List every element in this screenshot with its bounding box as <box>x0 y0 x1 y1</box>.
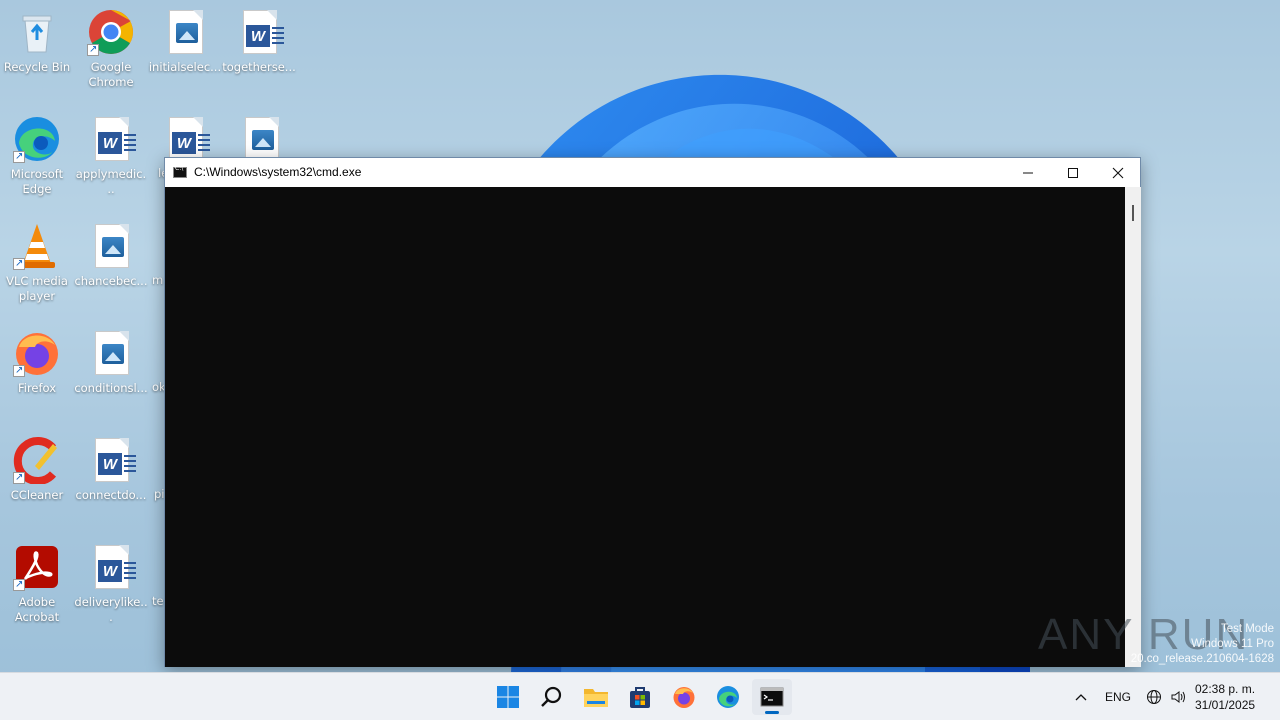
image-file-icon <box>237 115 285 163</box>
shortcut-arrow-icon <box>13 577 25 592</box>
firefox-taskbar-button[interactable] <box>664 679 704 715</box>
file-explorer-icon <box>584 689 608 707</box>
system-clock[interactable]: 02:38 p. m. 31/01/2025 <box>1195 681 1255 713</box>
recycle-bin-icon <box>13 8 61 56</box>
chrome-icon <box>87 8 135 57</box>
microsoft-store-button[interactable] <box>620 679 660 715</box>
firefox-icon <box>13 329 61 378</box>
word-document-icon: W <box>161 115 210 163</box>
close-icon <box>1112 167 1124 178</box>
shortcut-arrow-icon <box>13 149 25 164</box>
vlc-cone-icon <box>13 222 61 271</box>
word-document-icon: W <box>87 115 136 163</box>
clock-date: 31/01/2025 <box>1195 698 1256 712</box>
image-file-icon <box>87 329 135 377</box>
shortcut-arrow-icon <box>87 42 99 57</box>
window-titlebar[interactable]: C:\Windows\system32\cmd.exe <box>165 158 1140 187</box>
cmd-window[interactable]: C:\Windows\system32\cmd.exe <box>164 157 1141 667</box>
start-button[interactable] <box>488 679 528 715</box>
shortcut-arrow-icon <box>13 470 25 485</box>
language-indicator[interactable]: ENG <box>1105 673 1131 720</box>
desktop-icon-google-chrome[interactable]: Google Chrome <box>74 4 148 100</box>
desktop-icon-label: VLC media player <box>6 274 68 303</box>
desktop-icon-image-file[interactable]: chancebec... <box>74 218 148 314</box>
cmd-taskbar-button[interactable] <box>752 679 792 715</box>
desktop-icon-vlc[interactable]: VLC media player <box>0 218 74 314</box>
clipped-desktop-label: pi <box>154 487 165 501</box>
maximize-button[interactable] <box>1050 158 1096 187</box>
globe-network-icon <box>1147 690 1161 704</box>
edge-icon <box>13 115 61 164</box>
minimize-button[interactable] <box>1005 158 1051 187</box>
shortcut-arrow-icon <box>13 256 25 271</box>
desktop-icon-label: togetherse... <box>222 60 296 74</box>
chevron-up-icon <box>1075 694 1087 701</box>
desktop-icon-label: chancebec... <box>74 274 148 288</box>
desktop-icon-adobe-acrobat[interactable]: Adobe Acrobat <box>0 539 74 635</box>
shortcut-arrow-icon <box>13 363 25 378</box>
show-hidden-icons-button[interactable] <box>1074 673 1088 720</box>
scrollbar-thumb[interactable] <box>1132 205 1134 221</box>
desktop-icon-label: deliverylike... <box>74 595 148 624</box>
image-file-icon <box>87 222 135 270</box>
desktop-icon-label: applymedic... <box>75 167 147 196</box>
desktop-icon-word-doc[interactable]: W applymedic... <box>74 111 148 207</box>
desktop-icon-firefox[interactable]: Firefox <box>0 325 74 421</box>
desktop-icon-word-doc[interactable]: W togetherse... <box>222 4 296 100</box>
ccleaner-icon <box>13 436 61 485</box>
store-icon <box>630 687 650 708</box>
desktop-icon-label: connectdo... <box>75 488 147 502</box>
close-button[interactable] <box>1095 158 1141 187</box>
desktop-icon-ccleaner[interactable]: CCleaner <box>0 432 74 528</box>
desktop-icon-microsoft-edge[interactable]: Microsoft Edge <box>0 111 74 207</box>
speaker-icon <box>1171 691 1185 703</box>
image-file-icon <box>161 8 209 56</box>
clipped-desktop-label: te <box>152 594 164 608</box>
word-document-icon: W <box>235 8 284 56</box>
desktop-icon-word-doc[interactable]: W deliverylike... <box>74 539 148 635</box>
desktop-icon-label: Recycle Bin <box>3 60 71 74</box>
test-mode-watermark: Test Mode Windows 11 Pro 20.co_release.2… <box>1131 622 1274 667</box>
desktop-icon-image-file[interactable]: initialselec... <box>148 4 222 100</box>
watermark-line: 20.co_release.210604-1628 <box>1130 653 1274 665</box>
watermark-line: Windows 11 Pro <box>1191 638 1274 650</box>
window-title: C:\Windows\system32\cmd.exe <box>194 165 362 179</box>
cmd-icon <box>173 165 187 178</box>
word-document-icon: W <box>87 543 136 591</box>
cmd-icon <box>760 687 784 707</box>
console-output-area[interactable] <box>165 187 1125 667</box>
minimize-icon <box>1023 172 1033 173</box>
desktop-icon-recycle-bin[interactable]: Recycle Bin <box>0 4 74 100</box>
desktop-icon-word-doc[interactable]: W connectdo... <box>74 432 148 528</box>
clipped-desktop-label: m <box>152 273 164 287</box>
clock-time: 02:38 p. m. <box>1195 682 1256 696</box>
search-icon <box>541 686 562 707</box>
desktop-icon-label: conditionsl... <box>74 381 148 395</box>
volume-button[interactable] <box>1170 673 1188 720</box>
file-explorer-button[interactable] <box>576 679 616 715</box>
network-button[interactable] <box>1146 673 1162 720</box>
maximize-icon <box>1068 167 1078 178</box>
search-button[interactable] <box>532 679 572 715</box>
desktop-icon-label: Firefox <box>17 381 57 395</box>
desktop-icon-label: Microsoft Edge <box>10 167 64 196</box>
watermark-line: Test Mode <box>1220 623 1274 635</box>
vertical-scrollbar[interactable] <box>1125 187 1141 667</box>
desktop-icon-label: CCleaner <box>10 488 64 502</box>
edge-icon <box>717 686 739 708</box>
desktop-icon-label: initialselec... <box>148 60 222 74</box>
acrobat-icon <box>13 543 61 592</box>
edge-taskbar-button[interactable] <box>708 679 748 715</box>
taskbar: ENG 02:38 p. m. 31/01/2025 <box>0 672 1280 720</box>
desktop-icon-label: Adobe Acrobat <box>14 595 60 624</box>
desktop-icon-image-file[interactable]: conditionsl... <box>74 325 148 421</box>
desktop-icon-label: Google Chrome <box>88 60 134 89</box>
start-icon <box>497 686 519 708</box>
word-document-icon: W <box>87 436 136 484</box>
firefox-icon <box>673 687 695 708</box>
